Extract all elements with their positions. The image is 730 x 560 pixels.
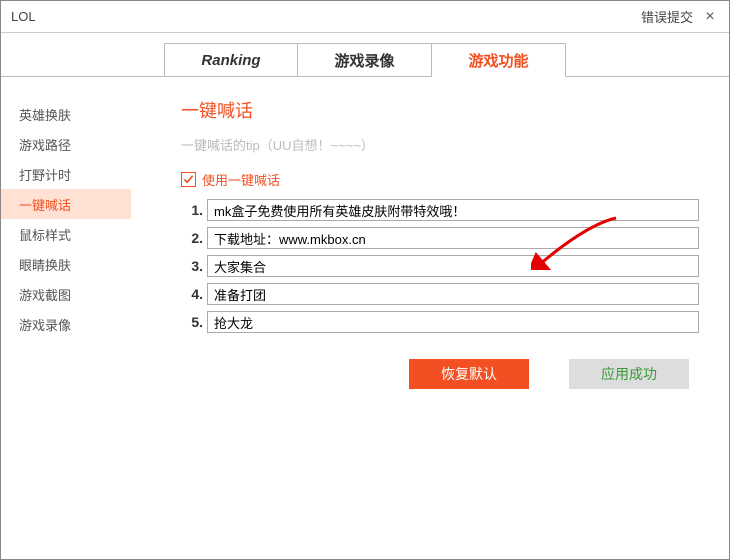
sidebar-item-2[interactable]: 打野计时 — [1, 159, 131, 189]
apply-success-button[interactable]: 应用成功 — [569, 359, 689, 389]
row-number: 5. — [181, 314, 207, 330]
sidebar-item-7[interactable]: 游戏录像 — [1, 309, 131, 339]
row-number: 1. — [181, 202, 207, 218]
window-title: LOL — [11, 9, 641, 24]
sidebar-item-1[interactable]: 游戏路径 — [1, 129, 131, 159]
chat-row-5: 5. — [181, 311, 699, 333]
tab-2[interactable]: 游戏功能 — [432, 43, 566, 77]
checkbox-label: 使用一键喊话 — [202, 170, 280, 189]
chat-input-5[interactable] — [207, 311, 699, 333]
sidebar-item-0[interactable]: 英雄换肤 — [1, 99, 131, 129]
button-row: 恢复默认 应用成功 — [181, 359, 699, 389]
chat-input-3[interactable] — [207, 255, 699, 277]
close-icon[interactable]: × — [701, 8, 719, 26]
sidebar: 英雄换肤游戏路径打野计时一键喊话鼠标样式眼睛换肤游戏截图游戏录像 — [1, 77, 131, 559]
section-tip: 一键喊话的tip（UU自想！~~~~） — [181, 135, 699, 154]
checkbox-row: 使用一键喊话 — [181, 170, 699, 189]
tab-0[interactable]: Ranking — [164, 43, 298, 77]
chat-row-2: 2. — [181, 227, 699, 249]
content: 一键喊话 一键喊话的tip（UU自想！~~~~） 使用一键喊话 1. 2. 3. 4.… — [131, 77, 729, 559]
chat-row-1: 1. — [181, 199, 699, 221]
sidebar-item-3[interactable]: 一键喊话 — [1, 189, 131, 219]
section-title: 一键喊话 — [181, 97, 699, 123]
tab-1[interactable]: 游戏录像 — [298, 43, 432, 77]
sidebar-item-5[interactable]: 眼睛换肤 — [1, 249, 131, 279]
chat-row-4: 4. — [181, 283, 699, 305]
row-number: 3. — [181, 258, 207, 274]
titlebar: LOL 错误提交 × — [1, 1, 729, 33]
body: 英雄换肤游戏路径打野计时一键喊话鼠标样式眼睛换肤游戏截图游戏录像 一键喊话 一键… — [1, 77, 729, 559]
restore-default-button[interactable]: 恢复默认 — [409, 359, 529, 389]
chat-input-4[interactable] — [207, 283, 699, 305]
chat-input-2[interactable] — [207, 227, 699, 249]
use-quickchat-checkbox[interactable] — [181, 172, 196, 187]
app-window: LOL 错误提交 × Ranking游戏录像游戏功能 英雄换肤游戏路径打野计时一… — [0, 0, 730, 560]
tabs: Ranking游戏录像游戏功能 — [1, 43, 729, 77]
error-submit-link[interactable]: 错误提交 — [641, 7, 693, 26]
chat-input-1[interactable] — [207, 199, 699, 221]
sidebar-item-6[interactable]: 游戏截图 — [1, 279, 131, 309]
sidebar-item-4[interactable]: 鼠标样式 — [1, 219, 131, 249]
chat-row-3: 3. — [181, 255, 699, 277]
row-number: 4. — [181, 286, 207, 302]
check-icon — [183, 174, 194, 185]
row-number: 2. — [181, 230, 207, 246]
input-rows: 1. 2. 3. 4. 5. — [181, 199, 699, 333]
